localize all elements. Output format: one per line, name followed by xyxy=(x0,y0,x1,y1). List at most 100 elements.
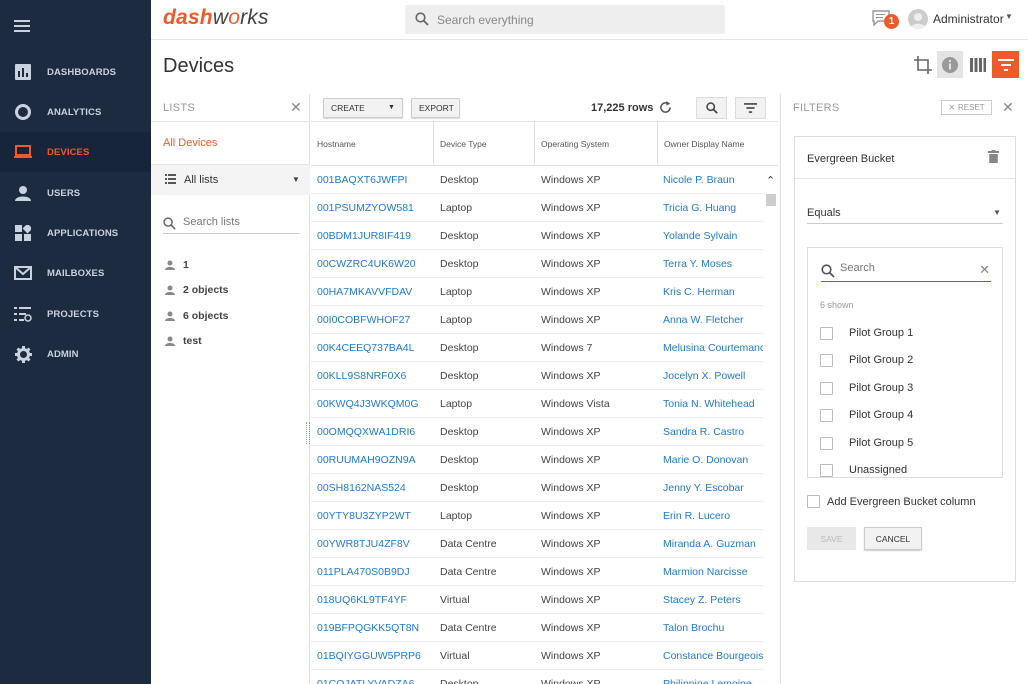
scrollbar-thumb[interactable] xyxy=(766,194,776,206)
nav-item-users[interactable]: USERS xyxy=(0,173,151,213)
table-row[interactable]: 01BQIYGGUW5PRP6 Virtual Windows XP Constanc… xyxy=(311,642,764,670)
cell-hostname[interactable]: 01CQJATLYVADZA6 xyxy=(317,678,414,684)
cell-hostname[interactable]: 00K4CEEQ737BA4L xyxy=(317,342,414,354)
crop-button[interactable] xyxy=(910,51,936,78)
cell-hostname[interactable]: 011PLA470S0B9DJ xyxy=(317,566,410,578)
cell-hostname[interactable]: 00I0COBFWHOF27 xyxy=(317,314,410,326)
table-row[interactable]: 00CWZRC4UK6W20 Desktop Windows XP Terra Y. … xyxy=(311,250,764,278)
cell-owner[interactable]: Jenny Y. Escobar xyxy=(663,482,763,494)
nav-item-admin[interactable]: ADMIN xyxy=(0,334,151,374)
cell-hostname[interactable]: 00OMQQXWA1DRI6 xyxy=(317,426,415,438)
cell-owner[interactable]: Tricia G. Huang xyxy=(663,202,763,214)
refresh-icon[interactable] xyxy=(659,101,672,117)
col-header-device-type[interactable]: Device Type xyxy=(434,122,535,166)
nav-item-mailboxes[interactable]: MAILBOXES xyxy=(0,253,151,293)
export-button[interactable]: EXPORT xyxy=(411,98,460,118)
lists-search-input[interactable] xyxy=(183,216,293,228)
checkbox[interactable] xyxy=(820,463,833,477)
cell-owner[interactable]: Philippine Lemoine xyxy=(663,678,763,684)
checkbox[interactable] xyxy=(820,381,833,395)
cell-owner[interactable]: Jocelyn X. Powell xyxy=(663,370,763,382)
filter-option[interactable]: Pilot Group 4 xyxy=(820,406,913,424)
clear-search-icon[interactable]: ✕ xyxy=(979,262,990,278)
hamburger-menu-icon[interactable] xyxy=(14,20,30,34)
cell-hostname[interactable]: 00KWQ4J3WKQM0G xyxy=(317,398,419,410)
grid-search-button[interactable] xyxy=(696,97,727,119)
cell-owner[interactable]: Terra Y. Moses xyxy=(663,258,763,270)
columns-button[interactable] xyxy=(965,51,991,78)
nav-item-devices[interactable]: DEVICES xyxy=(0,132,151,172)
table-row[interactable]: 00YWR8TJU4ZF8V Data Centre Windows XP Miran… xyxy=(311,530,764,558)
table-row[interactable]: 00SH8162NAS524 Desktop Windows XP Jenny Y. … xyxy=(311,474,764,502)
user-menu-name[interactable]: Administrator xyxy=(933,12,1004,26)
table-row[interactable]: 00BDM1JUR8IF419 Desktop Windows XP Yolande … xyxy=(311,222,764,250)
table-row[interactable]: 011PLA470S0B9DJ Data Centre Windows XP Marm… xyxy=(311,558,764,586)
cell-owner[interactable]: Yolande Sylvain xyxy=(663,230,763,242)
cell-owner[interactable]: Talon Brochu xyxy=(663,622,763,634)
cell-hostname[interactable]: 00HA7MKAVVFDAV xyxy=(317,286,412,298)
filter-panel-toggle[interactable] xyxy=(992,51,1019,78)
table-row[interactable]: 019BFPQGKK5QT8N Data Centre Windows XP Talo… xyxy=(311,614,764,642)
cell-hostname[interactable]: 00KLL9S8NRF0X6 xyxy=(317,370,406,382)
list-all-devices[interactable]: All Devices xyxy=(163,137,217,149)
nav-item-analytics[interactable]: ANALYTICS xyxy=(0,92,151,132)
col-header-hostname[interactable]: Hostname xyxy=(311,122,434,166)
values-search[interactable]: ✕ xyxy=(821,260,991,282)
cell-hostname[interactable]: 01BQIYGGUW5PRP6 xyxy=(317,650,421,662)
cell-hostname[interactable]: 00YTY8U3ZYP2WT xyxy=(317,510,411,522)
cell-hostname[interactable]: 00BDM1JUR8IF419 xyxy=(317,230,411,242)
app-logo[interactable]: dashworks xyxy=(163,6,269,30)
filter-option[interactable]: Pilot Group 3 xyxy=(820,379,913,397)
table-row[interactable]: 001PSUMZYOW581 Laptop Windows XP Tricia G. … xyxy=(311,194,764,222)
table-row[interactable]: 00RUUMAH9OZN9A Desktop Windows XP Marie O. … xyxy=(311,446,764,474)
table-row[interactable]: 01CQJATLYVADZA6 Desktop Windows XP Philippi… xyxy=(311,670,764,684)
cell-owner[interactable]: Tonia N. Whitehead xyxy=(663,398,763,410)
cell-owner[interactable]: Miranda A. Guzman xyxy=(663,538,763,550)
cell-owner[interactable]: Marie O. Donovan xyxy=(663,454,763,466)
cell-owner[interactable]: Kris C. Herman xyxy=(663,286,763,298)
cell-hostname[interactable]: 019BFPQGKK5QT8N xyxy=(317,622,419,634)
all-lists-dropdown[interactable]: All lists ▼ xyxy=(151,165,310,195)
close-filters-icon[interactable]: ✕ xyxy=(1002,99,1014,116)
cell-owner[interactable]: Sandra R. Castro xyxy=(663,426,763,438)
filter-option[interactable]: Pilot Group 5 xyxy=(820,434,913,452)
avatar[interactable] xyxy=(908,9,928,29)
table-row[interactable]: 001BAQXT6JWFPI Desktop Windows XP Nicole P.… xyxy=(311,166,764,194)
table-row[interactable]: 018UQ6KL9TF4YF Virtual Windows XP Stacey Z.… xyxy=(311,586,764,614)
cell-owner[interactable]: Stacey Z. Peters xyxy=(663,594,763,606)
notifications-button[interactable]: 1 xyxy=(872,10,899,30)
col-header-owner[interactable]: Owner Display Name xyxy=(658,122,778,166)
cell-hostname[interactable]: 00CWZRC4UK6W20 xyxy=(317,258,416,270)
values-search-input[interactable] xyxy=(840,262,970,274)
checkbox[interactable] xyxy=(820,408,833,422)
cancel-button[interactable]: CANCEL xyxy=(864,527,922,550)
grid-scrollbar[interactable]: ⌃ xyxy=(764,166,778,684)
lists-search[interactable] xyxy=(163,214,300,234)
checkbox[interactable] xyxy=(820,436,833,450)
reset-button[interactable]: ✕ RESET xyxy=(941,100,992,115)
checkbox[interactable] xyxy=(820,326,833,340)
table-row[interactable]: 00OMQQXWA1DRI6 Desktop Windows XP Sandra R.… xyxy=(311,418,764,446)
table-row[interactable]: 00I0COBFWHOF27 Laptop Windows XP Anna W. Fl… xyxy=(311,306,764,334)
list-item[interactable]: test xyxy=(165,335,202,347)
operator-select[interactable]: Equals ▼ xyxy=(807,200,1003,224)
nav-item-dashboards[interactable]: DASHBOARDS xyxy=(0,52,151,92)
table-row[interactable]: 00HA7MKAVVFDAV Laptop Windows XP Kris C. He… xyxy=(311,278,764,306)
filter-option[interactable]: Pilot Group 2 xyxy=(820,351,913,369)
panel-resize-handle[interactable] xyxy=(306,422,310,444)
checkbox[interactable] xyxy=(820,353,833,367)
cell-hostname[interactable]: 001PSUMZYOW581 xyxy=(317,202,414,214)
grid-filter-button[interactable] xyxy=(735,97,766,119)
col-header-os[interactable]: Operating System xyxy=(535,122,658,166)
create-button[interactable]: CREATE ▼ xyxy=(323,98,403,118)
nav-item-applications[interactable]: APPLICATIONS xyxy=(0,213,151,253)
save-button[interactable]: SAVE xyxy=(807,527,856,550)
nav-item-projects[interactable]: PROJECTS xyxy=(0,294,151,334)
close-lists-icon[interactable]: ✕ xyxy=(290,99,302,116)
checkbox[interactable] xyxy=(807,495,820,508)
cell-owner[interactable]: Constance Bourgeois xyxy=(663,650,763,662)
info-button[interactable] xyxy=(937,51,963,78)
list-item[interactable]: 1 xyxy=(165,259,189,271)
trash-icon[interactable] xyxy=(988,150,999,166)
cell-owner[interactable]: Erin R. Lucero xyxy=(663,510,763,522)
